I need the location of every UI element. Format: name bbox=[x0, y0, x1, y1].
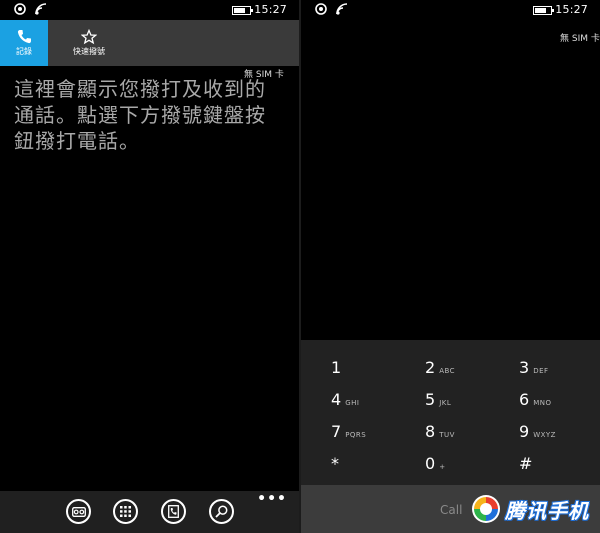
sim-status: 無 SIM 卡 bbox=[560, 34, 600, 44]
key-letters: JKL bbox=[439, 399, 452, 407]
pivot-tabs: 記錄 快速撥號 bbox=[0, 20, 299, 66]
call-history-screen: 15:27 記錄 快速撥號 無 SIM 卡 這裡會顯示您撥打及收到的通話。點選下… bbox=[0, 0, 299, 533]
contacts-icon bbox=[168, 505, 179, 518]
watermark: 腾讯手机 bbox=[471, 494, 589, 524]
search-button[interactable] bbox=[209, 499, 234, 524]
key-letters: WXYZ bbox=[533, 431, 556, 439]
keypad-icon bbox=[120, 506, 131, 517]
app-bar: ••• bbox=[0, 491, 299, 533]
key-letters: ABC bbox=[439, 367, 456, 375]
phone-icon bbox=[17, 30, 31, 44]
status-time: 15:27 bbox=[254, 3, 287, 16]
key-7[interactable]: 7 PQRS bbox=[331, 422, 366, 452]
wifi-icon bbox=[35, 3, 47, 15]
key-digit: 6 bbox=[519, 390, 530, 409]
search-icon bbox=[215, 505, 228, 518]
status-bar: 15:27 bbox=[0, 0, 299, 20]
key-2[interactable]: 2 ABC bbox=[425, 358, 455, 388]
status-bar: 15:27 bbox=[301, 0, 600, 20]
more-button[interactable]: ••• bbox=[257, 491, 287, 507]
key-letters: MNO bbox=[533, 399, 552, 407]
key-digit: 9 bbox=[519, 422, 530, 441]
key-digit: 2 bbox=[425, 358, 436, 377]
nfc-icon bbox=[14, 3, 26, 15]
nfc-icon bbox=[315, 3, 327, 15]
battery-icon bbox=[232, 6, 253, 15]
call-bar: Call 腾讯手机 bbox=[301, 485, 600, 533]
tab-speed-dial-label: 快速撥號 bbox=[73, 47, 105, 56]
key-digit: * bbox=[331, 454, 339, 473]
key-letters: PQRS bbox=[345, 431, 367, 439]
key-digit: 5 bbox=[425, 390, 436, 409]
key-digit: 4 bbox=[331, 390, 342, 409]
key-6[interactable]: 6 MNO bbox=[519, 390, 551, 420]
key-0[interactable]: 0 + bbox=[425, 454, 446, 484]
tab-history[interactable]: 記錄 bbox=[0, 20, 48, 66]
wifi-icon bbox=[336, 3, 348, 15]
keypad-button[interactable] bbox=[113, 499, 138, 524]
key-digit: 3 bbox=[519, 358, 530, 377]
battery-icon bbox=[533, 6, 554, 15]
key-star[interactable]: * bbox=[331, 454, 343, 484]
tab-history-label: 記錄 bbox=[16, 47, 32, 56]
key-9[interactable]: 9 WXYZ bbox=[519, 422, 556, 452]
tencent-logo-icon bbox=[472, 495, 500, 523]
key-letters: + bbox=[439, 463, 446, 471]
dial-keypad: 1 2 ABC 3 DEF 4 GHI 5 JKL 6 MNO 7 PQRS 8 bbox=[301, 340, 600, 485]
key-8[interactable]: 8 TUV bbox=[425, 422, 455, 452]
voicemail-icon bbox=[71, 506, 86, 517]
tab-speed-dial[interactable]: 快速撥號 bbox=[60, 20, 118, 66]
key-5[interactable]: 5 JKL bbox=[425, 390, 451, 420]
key-3[interactable]: 3 DEF bbox=[519, 358, 549, 388]
voicemail-button[interactable] bbox=[66, 499, 91, 524]
key-letters: GHI bbox=[345, 399, 360, 407]
key-4[interactable]: 4 GHI bbox=[331, 390, 359, 420]
empty-history-message: 這裡會顯示您撥打及收到的通話。點選下方撥號鍵盤按鈕撥打電話。 bbox=[14, 77, 266, 153]
key-digit: 7 bbox=[331, 422, 342, 441]
key-hash[interactable]: # bbox=[519, 454, 536, 484]
key-digit: 1 bbox=[331, 358, 342, 377]
key-1[interactable]: 1 bbox=[331, 358, 345, 388]
key-digit: 8 bbox=[425, 422, 436, 441]
watermark-text: 腾讯手机 bbox=[505, 498, 589, 523]
key-letters: DEF bbox=[533, 367, 549, 375]
call-button[interactable]: Call bbox=[440, 503, 462, 517]
key-digit: 0 bbox=[425, 454, 436, 473]
status-time: 15:27 bbox=[555, 3, 588, 16]
contacts-button[interactable] bbox=[161, 499, 186, 524]
dialer-screen: 15:27 無 SIM 卡 1 2 ABC 3 DEF 4 GHI 5 JKL … bbox=[301, 0, 600, 533]
star-icon bbox=[81, 29, 97, 45]
key-digit: # bbox=[519, 454, 533, 473]
key-letters: TUV bbox=[439, 431, 455, 439]
